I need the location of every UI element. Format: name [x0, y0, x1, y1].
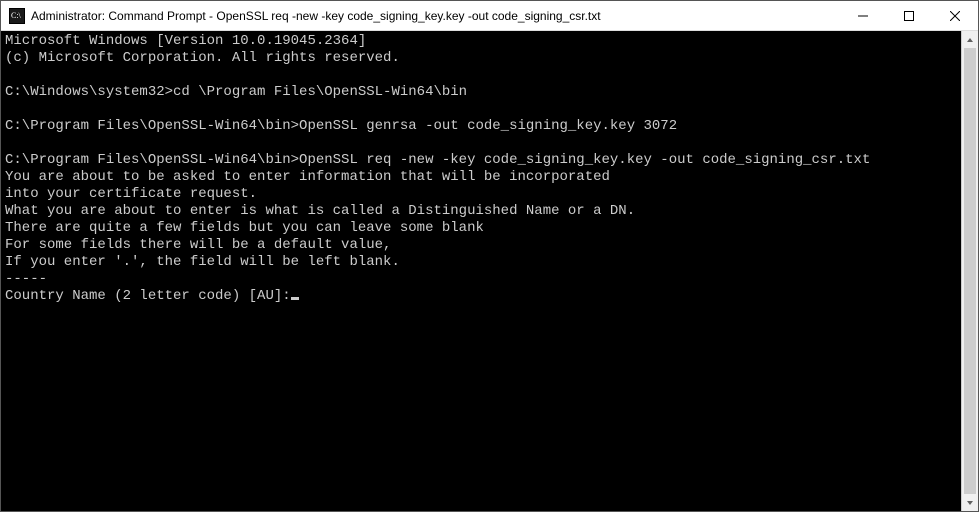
minimize-button[interactable] — [840, 1, 886, 30]
scrollbar[interactable] — [961, 31, 978, 511]
terminal-line: There are quite a few fields but you can… — [5, 220, 957, 237]
window-title: Administrator: Command Prompt - OpenSSL … — [31, 9, 840, 23]
terminal-line: (c) Microsoft Corporation. All rights re… — [5, 50, 957, 67]
terminal-line: What you are about to enter is what is c… — [5, 203, 957, 220]
window-controls — [840, 1, 978, 30]
terminal-line: ----- — [5, 271, 957, 288]
terminal-line: Country Name (2 letter code) [AU]: — [5, 288, 957, 305]
close-button[interactable] — [932, 1, 978, 30]
cmd-icon: C:\ — [9, 8, 25, 24]
terminal-line: If you enter '.', the field will be left… — [5, 254, 957, 271]
terminal-line: C:\Windows\system32>cd \Program Files\Op… — [5, 84, 957, 101]
terminal-line — [5, 67, 957, 84]
terminal-line: C:\Program Files\OpenSSL-Win64\bin>OpenS… — [5, 152, 957, 169]
terminal-line: C:\Program Files\OpenSSL-Win64\bin>OpenS… — [5, 118, 957, 135]
terminal-area: Microsoft Windows [Version 10.0.19045.23… — [1, 31, 978, 511]
terminal-line — [5, 135, 957, 152]
terminal-line: into your certificate request. — [5, 186, 957, 203]
scroll-up-icon[interactable] — [962, 31, 978, 48]
maximize-button[interactable] — [886, 1, 932, 30]
terminal-line: For some fields there will be a default … — [5, 237, 957, 254]
terminal-line: Microsoft Windows [Version 10.0.19045.23… — [5, 33, 957, 50]
terminal-line — [5, 101, 957, 118]
terminal-line: You are about to be asked to enter infor… — [5, 169, 957, 186]
cursor — [291, 297, 299, 300]
scroll-thumb[interactable] — [964, 48, 976, 494]
scroll-down-icon[interactable] — [962, 494, 978, 511]
svg-text:C:\: C:\ — [11, 11, 22, 20]
terminal[interactable]: Microsoft Windows [Version 10.0.19045.23… — [1, 31, 961, 511]
scroll-track[interactable] — [962, 48, 978, 494]
titlebar: C:\ Administrator: Command Prompt - Open… — [1, 1, 978, 31]
